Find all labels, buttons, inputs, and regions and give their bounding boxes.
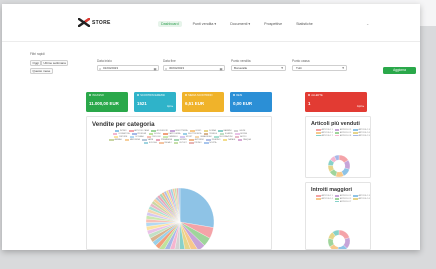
kpi-title: RESI <box>236 94 243 97</box>
kpi-title: INCASSO <box>92 94 104 97</box>
store-select[interactable]: Bonavalle ▾ <box>231 65 286 71</box>
store-label: Punto vendita <box>231 59 251 63</box>
kpi-card-scontrini[interactable]: SCONTRINI EMESSI 1521 kpi ▸ <box>134 92 176 112</box>
date-to-field[interactable]: # 30/04/2023 ▦ <box>163 65 225 71</box>
kpi-value: 0,00 EUR <box>233 100 253 106</box>
logo-text: STORE <box>92 19 111 26</box>
nav-punti-vendita[interactable]: Punti vendita ▾ <box>190 21 220 27</box>
quick-filter-week[interactable]: Ultime settimana <box>41 60 69 66</box>
calendar-icon[interactable]: ▦ <box>220 67 223 73</box>
chevron-down-icon: ▾ <box>342 66 344 70</box>
cash-value: Tutti <box>296 66 302 70</box>
date-from-value: 01/04/2023 <box>103 66 119 70</box>
quick-filter-today[interactable]: Oggi <box>30 60 42 66</box>
date-to-value: 30/04/2023 <box>169 66 185 70</box>
logo[interactable]: STORE <box>78 18 111 27</box>
kpi-title: ALLERTE <box>311 94 323 97</box>
sales-by-category-panel: Vendite per categoria INTIMO ARTICOLI CAS… <box>86 116 272 250</box>
main-nav: Dashboard Punti vendita ▾ Documenti ▾ Pr… <box>158 21 316 27</box>
user-menu-chevron-icon[interactable]: ⌄ <box>366 21 369 26</box>
kpi-link[interactable]: kpi ▸ <box>167 104 173 108</box>
alert-icon <box>308 94 311 97</box>
date-to-label: Data fine <box>163 59 176 63</box>
kpi-link[interactable]: Apri ▸ <box>357 104 364 108</box>
kpi-value: 1 <box>308 100 311 106</box>
app-window: STORE Dashboard Punti vendita ▾ Document… <box>2 4 420 250</box>
kpi-card-media[interactable]: MEDIA SCONTRINO 6,51 EUR <box>182 92 224 112</box>
top-navbar: STORE Dashboard Punti vendita ▾ Document… <box>2 4 420 42</box>
revenue-donut-chart <box>327 229 351 249</box>
date-to-hash-icon: # <box>165 67 167 72</box>
chevron-down-icon: ▾ <box>281 66 283 70</box>
kpi-value: 11.000,00 EUR <box>89 100 119 106</box>
nav-documenti[interactable]: Documenti ▾ <box>227 21 253 27</box>
kpi-title: MEDIA SCONTRINO <box>188 94 213 97</box>
store-value: Bonavalle <box>234 66 248 70</box>
top-revenue-panel: Introiti maggiori ARTICOLO 1 ARTICOLO 2 AR… <box>305 182 371 250</box>
kpi-card-allerte[interactable]: ALLERTE 1 Apri ▸ <box>305 92 367 112</box>
articles-donut-chart <box>327 154 351 177</box>
logo-x-icon <box>78 18 90 27</box>
revenue-slice[interactable] <box>338 229 350 240</box>
top-articles-panel: Articoli più venduti ARTICOLO 1 ARTICOLO … <box>305 116 371 178</box>
kpi-dot-icon <box>185 94 188 97</box>
kpi-card-incasso[interactable]: INCASSO 11.000,00 EUR <box>86 92 128 112</box>
apply-button[interactable]: Aggiorna <box>383 67 416 74</box>
kpi-dot-icon <box>233 94 236 97</box>
quick-filters-label: Filtri rapidi <box>30 52 45 56</box>
category-pie-chart <box>145 187 215 249</box>
kpi-title: SCONTRINI EMESSI <box>140 94 165 97</box>
calendar-icon[interactable]: ▦ <box>154 67 157 73</box>
filter-bar: Filtri rapidi Oggi Ultime settimana Ques… <box>30 46 416 86</box>
kpi-dot-icon <box>137 94 140 97</box>
nav-statistiche[interactable]: Statistiche <box>293 21 316 27</box>
cash-select[interactable]: Tutti ▾ <box>292 65 347 71</box>
kpi-card-resi[interactable]: RESI 0,00 EUR <box>230 92 272 112</box>
date-from-hash-icon: # <box>99 67 101 72</box>
nav-dashboard[interactable]: Dashboard <box>158 21 182 27</box>
category-slice[interactable] <box>179 187 215 228</box>
date-from-label: Data inizio <box>97 59 112 63</box>
kpi-value: 6,51 EUR <box>185 100 205 106</box>
cash-label: Punto cassa <box>292 59 310 63</box>
kpi-dot-icon <box>89 94 92 97</box>
date-from-field[interactable]: # 01/04/2023 ▦ <box>97 65 159 71</box>
quick-filter-month[interactable]: Questo mese <box>30 68 53 74</box>
nav-prospettive[interactable]: Prospettive <box>261 21 285 27</box>
